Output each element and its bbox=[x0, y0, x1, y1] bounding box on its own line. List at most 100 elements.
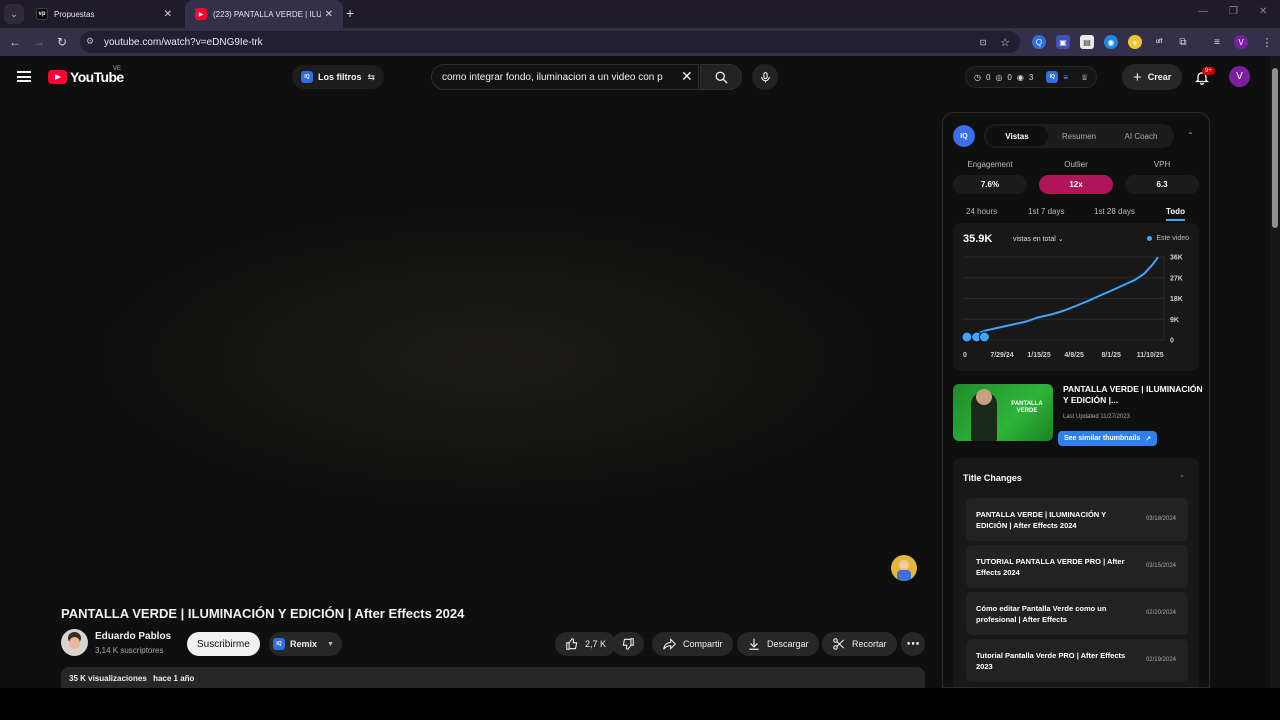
more-actions-icon[interactable]: ⋯ bbox=[901, 632, 925, 656]
extension-icon[interactable]: ▤ bbox=[1080, 35, 1094, 49]
extensions-puzzle-icon[interactable]: ⧉ bbox=[1176, 35, 1190, 49]
download-button[interactable]: Descargar bbox=[737, 632, 819, 656]
tab-title: (223) PANTALLA VERDE | ILUMI bbox=[213, 9, 321, 19]
similar-thumbnails-button[interactable]: See similar thumbnails ↗ bbox=[1058, 431, 1158, 446]
page-scrollbar[interactable] bbox=[1270, 56, 1280, 688]
title-change-text: PANTALLA VERDE | ILUMINACIÓN Y EDICIÓN |… bbox=[976, 510, 1107, 530]
range-tab-all[interactable]: Todo bbox=[1166, 207, 1185, 221]
chart-legend: Este video bbox=[1147, 235, 1189, 242]
extension-off-icon[interactable]: off bbox=[1152, 35, 1166, 49]
menu-icon[interactable] bbox=[17, 71, 31, 82]
y-tick-label: 9K bbox=[1170, 317, 1179, 324]
like-button[interactable]: 2,7 K bbox=[555, 632, 617, 656]
title-change-date: 03/18/2024 bbox=[1145, 516, 1176, 522]
scrollbar-thumb[interactable] bbox=[1272, 68, 1278, 228]
url-text: youtube.com/watch?v=eDNG9Ie-trk bbox=[104, 36, 263, 48]
y-tick-label: 27K bbox=[1170, 275, 1183, 282]
tune-icon: ⇆ bbox=[367, 71, 376, 82]
views-line-chart[interactable]: 36K 27K 18K 9K 0 0 7/29/24 1/15/25 4/8/25 8/1/25 1… bbox=[953, 249, 1199, 371]
filters-label: Los filtros bbox=[318, 72, 362, 82]
back-icon[interactable]: ← bbox=[9, 35, 21, 49]
range-tab-24h[interactable]: 24 hours bbox=[966, 207, 997, 216]
browser-tab-propuestas[interactable]: vp Propuestas ✕ bbox=[26, 0, 182, 28]
vidiq-stats-pill[interactable]: ◷ 0 ◎ 0 ◉ 3 IQ ≡ ♕ bbox=[965, 66, 1098, 88]
clear-search-icon[interactable]: ✕ bbox=[681, 68, 693, 85]
filters-button[interactable]: IQ Los filtros ⇆ bbox=[292, 65, 385, 89]
close-tab-icon[interactable]: ✕ bbox=[325, 9, 333, 20]
browser-tabbar: ⌄ vp Propuestas ✕ ▶ (223) PANTALLA VERDE… bbox=[0, 0, 1280, 28]
site-info-icon[interactable]: ⚙ bbox=[86, 36, 94, 47]
clip-button[interactable]: Recortar bbox=[822, 632, 897, 656]
clip-label: Recortar bbox=[852, 639, 887, 649]
account-avatar[interactable]: V bbox=[1229, 66, 1250, 87]
tab-ai-coach[interactable]: AI Coach bbox=[1110, 126, 1172, 146]
vidiq-icon: IQ bbox=[273, 638, 285, 650]
remix-button[interactable]: IQ Remix ▼ bbox=[269, 632, 342, 656]
extension-icon[interactable]: ▣ bbox=[1056, 35, 1070, 49]
metric-label-vph: VPH bbox=[1153, 160, 1171, 169]
youtube-header: YouTube VE IQ Los filtros ⇆ como integra… bbox=[0, 56, 1270, 98]
media-control-icon[interactable]: ≡ bbox=[1210, 35, 1224, 49]
title-changes-heading: Title Changes bbox=[963, 473, 1022, 483]
dislike-button[interactable] bbox=[612, 632, 644, 656]
plus-icon: + bbox=[1133, 68, 1142, 86]
create-button[interactable]: + Crear bbox=[1122, 64, 1183, 90]
like-count: 2,7 K bbox=[585, 639, 607, 649]
clock-icon: ◷ bbox=[974, 72, 981, 82]
tab-resumen[interactable]: Resumen bbox=[1048, 126, 1110, 146]
browser-menu-icon[interactable]: ⋮ bbox=[1260, 35, 1274, 49]
x-tick-label: 0 bbox=[963, 352, 967, 359]
search-button[interactable] bbox=[700, 64, 742, 90]
title-change-text: Tutorial Pantalla Verde PRO | After Effe… bbox=[976, 651, 1126, 671]
range-tab-7d[interactable]: 1st 7 days bbox=[1028, 207, 1064, 216]
description-box[interactable]: 35 K visualizaciones hace 1 año bbox=[61, 667, 925, 689]
close-window-icon[interactable]: ✕ bbox=[1259, 6, 1267, 17]
vidiq-tab-group: Vistas Resumen AI Coach bbox=[984, 124, 1174, 148]
new-tab-icon[interactable]: + bbox=[346, 5, 354, 21]
youtube-favicon-icon: ▶ bbox=[195, 8, 207, 20]
forward-icon[interactable]: → bbox=[33, 35, 45, 49]
tab-vistas[interactable]: Vistas bbox=[986, 126, 1048, 146]
title-change-date: 03/15/2024 bbox=[1145, 563, 1176, 569]
search-input[interactable]: como integrar fondo, iluminacion a un vi… bbox=[431, 64, 699, 90]
extension-vidiq-icon[interactable]: Q bbox=[1032, 35, 1046, 49]
voice-search-button[interactable] bbox=[752, 64, 778, 90]
video-thumbnail[interactable]: PANTALLA VERDE bbox=[953, 384, 1053, 441]
reload-icon[interactable]: ↻ bbox=[57, 35, 67, 49]
close-tab-icon[interactable]: ✕ bbox=[164, 9, 172, 20]
chevron-down-icon: ▼ bbox=[327, 640, 334, 648]
create-label: Crear bbox=[1147, 72, 1172, 82]
title-change-item: Tutorial Pantalla Verde PRO | After Effe… bbox=[966, 639, 1188, 682]
extension-icon[interactable]: ◉ bbox=[1104, 35, 1118, 49]
total-views: 35.9K bbox=[963, 233, 993, 245]
bookmark-star-icon[interactable]: ☆ bbox=[998, 35, 1012, 49]
install-app-icon[interactable]: ⊡ bbox=[976, 35, 990, 49]
collapse-section-icon[interactable]: ⌃ bbox=[1179, 474, 1185, 482]
metric-label-outlier: Outlier bbox=[1064, 160, 1088, 169]
channel-avatar[interactable] bbox=[61, 629, 88, 656]
metric-value-outlier: 12x bbox=[1039, 175, 1113, 194]
floating-assistant-avatar[interactable] bbox=[891, 555, 917, 581]
share-button[interactable]: Compartir bbox=[652, 632, 733, 656]
minimize-icon[interactable]: — bbox=[1198, 6, 1208, 17]
address-bar[interactable]: youtube.com/watch?v=eDNG9Ie-trk bbox=[80, 31, 1020, 53]
vidiq-logo-icon: IQ bbox=[953, 125, 975, 147]
legend-dot bbox=[1147, 236, 1153, 241]
browser-toolbar: ← → ↻ youtube.com/watch?v=eDNG9Ie-trk ⚙ … bbox=[0, 28, 1280, 56]
total-selector[interactable]: vistas en total ⌄ bbox=[1013, 235, 1064, 243]
collapse-panel-icon[interactable]: ⌃ bbox=[1187, 131, 1194, 140]
x-tick-label: 7/29/24 bbox=[990, 352, 1013, 359]
extension-icon[interactable]: ● bbox=[1128, 35, 1142, 49]
profile-avatar[interactable]: V bbox=[1234, 35, 1248, 49]
upload-age: hace 1 año bbox=[153, 674, 195, 683]
browser-tab-youtube[interactable]: ▶ (223) PANTALLA VERDE | ILUMI ✕ bbox=[185, 0, 343, 28]
video-player[interactable] bbox=[0, 98, 940, 598]
tab-search-icon[interactable]: ⌄ bbox=[4, 4, 24, 24]
channel-name[interactable]: Eduardo Pablos bbox=[95, 631, 171, 642]
thumbnail-face bbox=[976, 389, 992, 405]
range-tab-28d[interactable]: 1st 28 days bbox=[1094, 207, 1135, 216]
search-value: como integrar fondo, iluminacion a un vi… bbox=[442, 71, 663, 83]
subscribe-button[interactable]: Suscribirme bbox=[187, 632, 260, 656]
download-label: Descargar bbox=[767, 639, 809, 649]
restore-icon[interactable]: ❐ bbox=[1229, 6, 1238, 17]
